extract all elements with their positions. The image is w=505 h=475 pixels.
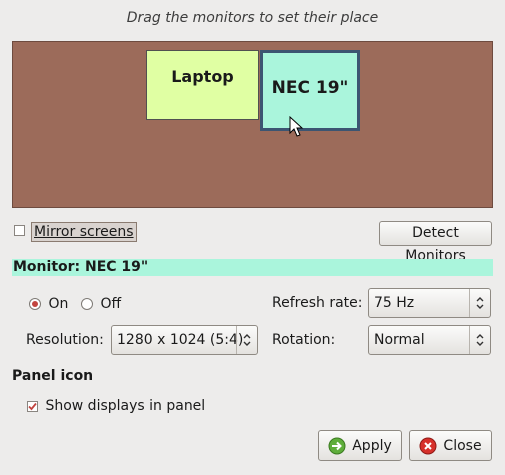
mouse-pointer-icon [289,116,304,137]
power-off-label: Off [100,296,122,312]
apply-arrow-icon [328,437,346,454]
power-off-radio[interactable]: Off [81,296,121,312]
mirror-checkbox-box[interactable] [14,224,25,236]
refresh-rate-label: Refresh rate: [272,295,363,311]
apply-button[interactable]: Apply [318,430,402,461]
show-displays-label: Show displays in panel [45,398,206,414]
rotation-label: Rotation: [272,332,336,348]
show-displays-checkbox-box[interactable] [27,400,38,412]
apply-label: Apply [352,437,392,454]
radio-on-indicator[interactable] [29,298,41,310]
checkmark-icon [28,402,37,410]
instruction-text: Drag the monitors to set their place [126,10,379,26]
refresh-rate-value: 75 Hz [374,295,415,311]
radio-off-indicator[interactable] [81,298,93,310]
updown-arrow-icon [469,326,490,354]
monitor-arrangement-area[interactable]: Laptop NEC 19" [12,41,493,208]
resolution-select[interactable]: 1280 x 1024 (5:4) [111,325,258,355]
selected-monitor-title: Monitor: NEC 19" [12,259,493,276]
refresh-rate-select[interactable]: 75 Hz [368,288,491,318]
show-displays-checkbox[interactable]: Show displays in panel [27,398,205,414]
resolution-label: Resolution: [26,332,104,348]
power-on-radio[interactable]: On [29,296,68,312]
mirror-screens-checkbox[interactable] [14,222,25,238]
monitor-nec-19[interactable]: NEC 19" [260,50,360,131]
panel-icon-heading: Panel icon [12,368,94,384]
close-label: Close [443,437,482,454]
monitor-laptop[interactable]: Laptop [146,50,259,120]
updown-arrow-icon [469,289,490,317]
resolution-value: 1280 x 1024 (5:4) [117,332,244,348]
detect-monitors-button[interactable]: Detect Monitors [379,221,492,264]
updown-arrow-icon [236,326,257,354]
close-icon [419,437,437,454]
rotation-select[interactable]: Normal [368,325,491,355]
close-button[interactable]: Close [409,430,492,461]
power-on-label: On [48,296,69,312]
mirror-screens-label[interactable]: Mirror screens [31,222,137,242]
rotation-value: Normal [374,332,425,348]
